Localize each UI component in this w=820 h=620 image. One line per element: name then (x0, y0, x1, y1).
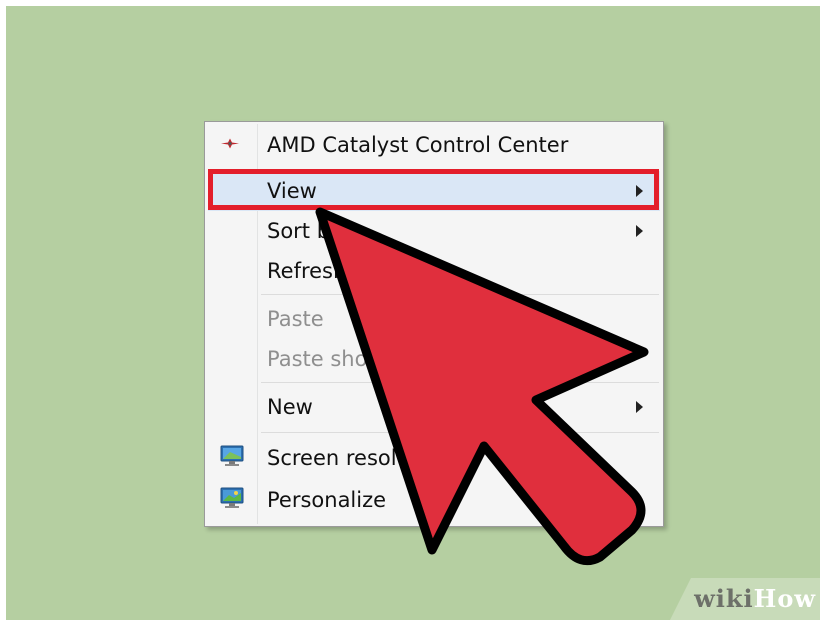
menu-item-label: New (267, 395, 313, 419)
menu-item-refresh[interactable]: Refresl (208, 251, 660, 291)
menu-item-label: Personalize (267, 488, 387, 512)
menu-item-label: View (267, 179, 317, 203)
menu-item-label: Screen resolu (267, 446, 410, 470)
screen-resolution-icon (220, 445, 244, 471)
menu-item-paste[interactable]: Paste (208, 299, 660, 339)
submenu-arrow-icon (636, 225, 643, 237)
menu-item-screen-resolution[interactable]: Screen resolu (208, 438, 660, 478)
menu-item-personalize[interactable]: Personalize (208, 480, 660, 520)
desktop-background: AMD Catalyst Control Center View Sort b … (6, 6, 820, 620)
amd-catalyst-icon (220, 136, 240, 155)
menu-item-amd-catalyst[interactable]: AMD Catalyst Control Center (208, 125, 660, 165)
menu-item-label: Sort b (267, 219, 331, 243)
desktop-context-menu: AMD Catalyst Control Center View Sort b … (204, 121, 664, 527)
watermark-how-text: How (753, 584, 816, 613)
menu-separator (261, 432, 659, 433)
menu-item-paste-shortcut[interactable]: Paste sho (208, 339, 660, 379)
menu-item-sort-by[interactable]: Sort b (208, 211, 660, 251)
menu-separator (261, 294, 659, 295)
personalize-icon (220, 487, 244, 513)
menu-item-view[interactable]: View (208, 171, 660, 211)
submenu-arrow-icon (636, 401, 643, 413)
menu-item-label: Paste sho (267, 347, 368, 371)
wikihow-watermark: wikiHow (670, 578, 820, 620)
menu-item-label: Refresl (267, 259, 339, 283)
menu-item-label: Paste (267, 307, 324, 331)
menu-item-label: AMD Catalyst Control Center (267, 133, 569, 157)
menu-separator (261, 382, 659, 383)
menu-item-new[interactable]: New (208, 387, 660, 427)
watermark-wiki-text: wiki (694, 584, 754, 613)
submenu-arrow-icon (636, 185, 643, 197)
